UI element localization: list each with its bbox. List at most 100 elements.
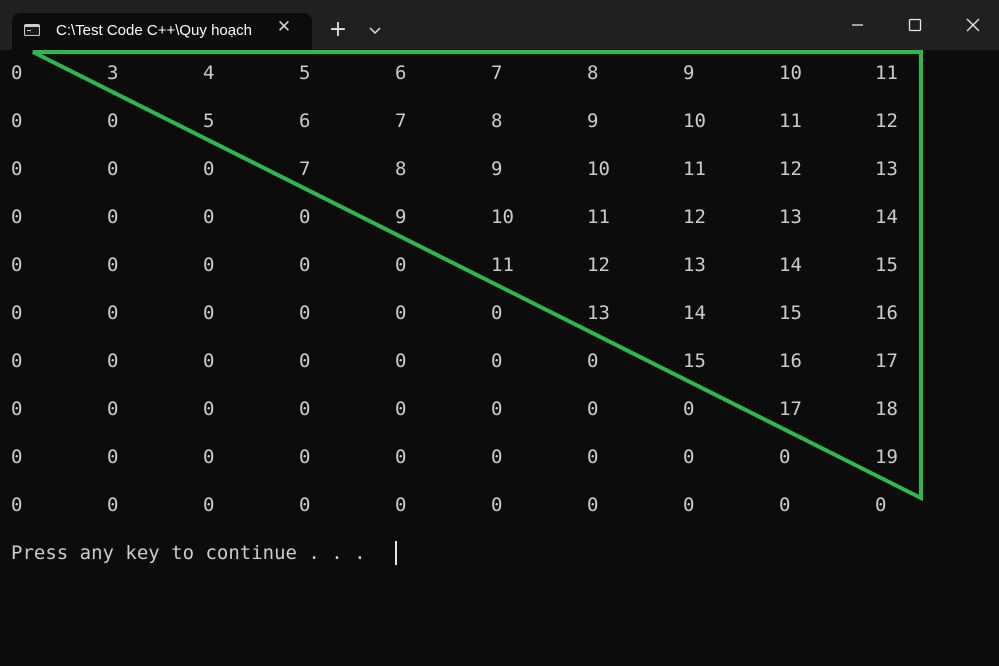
matrix-cell: 0 (395, 398, 407, 420)
matrix-cell: 18 (875, 398, 898, 420)
matrix-cell: 0 (107, 398, 119, 420)
matrix-cell: 0 (299, 302, 311, 324)
matrix-cell: 0 (203, 254, 215, 276)
matrix-cell: 0 (107, 350, 119, 372)
matrix-cell: 6 (395, 62, 407, 84)
matrix-cell: 9 (683, 62, 695, 84)
terminal-icon (24, 24, 40, 36)
maximize-button[interactable] (900, 12, 930, 38)
matrix-cell: 0 (491, 302, 503, 324)
matrix-cell: 12 (683, 206, 706, 228)
matrix-cell: 8 (587, 62, 599, 84)
matrix-cell: 5 (203, 110, 215, 132)
matrix-row: 0 0 0 7 8 9 10 11 12 13 (0, 157, 999, 181)
matrix-cell: 0 (107, 302, 119, 324)
matrix-cell: 0 (203, 350, 215, 372)
matrix-cell: 10 (683, 110, 706, 132)
matrix-cell: 0 (107, 110, 119, 132)
matrix-cell: 10 (587, 158, 610, 180)
matrix-cell: 0 (11, 62, 23, 84)
matrix-cell: 0 (11, 398, 23, 420)
matrix-cell: 17 (875, 350, 898, 372)
close-window-button[interactable] (958, 12, 988, 38)
tab-close-button[interactable]: ✕ (276, 18, 292, 36)
matrix-cell: 0 (107, 206, 119, 228)
matrix-cell: 16 (779, 350, 802, 372)
matrix-cell: 0 (395, 350, 407, 372)
matrix-cell: 0 (299, 446, 311, 468)
chevron-down-icon (369, 27, 381, 35)
matrix-cell: 14 (683, 302, 706, 324)
matrix-cell: 0 (299, 398, 311, 420)
matrix-cell: 0 (11, 350, 23, 372)
matrix-cell: 0 (11, 206, 23, 228)
matrix-cell: 10 (491, 206, 514, 228)
console-output[interactable]: 0 3 4 5 6 7 8 9 10 11 0 0 5 6 7 8 9 10 11 12 0 0 0 7 8 9 10 11 12 13 0… (0, 50, 999, 666)
matrix-cell: 0 (491, 446, 503, 468)
matrix-cell: 0 (107, 494, 119, 516)
matrix-cell: 0 (107, 254, 119, 276)
matrix-cell: 15 (683, 350, 706, 372)
matrix-cell: 8 (491, 110, 503, 132)
matrix-cell: 0 (203, 494, 215, 516)
matrix-row: 0 0 0 0 0 0 0 0 0 19 (0, 445, 999, 469)
matrix-cell: 0 (491, 494, 503, 516)
matrix-cell: 14 (779, 254, 802, 276)
matrix-cell: 3 (107, 62, 119, 84)
matrix-cell: 0 (299, 350, 311, 372)
matrix-cell: 0 (203, 398, 215, 420)
matrix-cell: 0 (203, 446, 215, 468)
matrix-cell: 19 (875, 446, 898, 468)
matrix-cell: 0 (11, 302, 23, 324)
matrix-cell: 13 (779, 206, 802, 228)
matrix-cell: 0 (683, 494, 695, 516)
title-bar: C:\Test Code C++\Quy hoạch ✕ + (0, 0, 999, 50)
matrix-cell: 0 (395, 494, 407, 516)
minimize-button[interactable] (842, 12, 872, 38)
matrix-cell: 0 (299, 254, 311, 276)
matrix-cell: 11 (875, 62, 898, 84)
new-tab-button[interactable]: + (327, 18, 349, 42)
matrix-row: 0 0 0 0 0 0 0 0 0 0 (0, 493, 999, 517)
matrix-cell: 15 (779, 302, 802, 324)
matrix-cell: 13 (683, 254, 706, 276)
plus-icon: + (328, 17, 348, 42)
matrix-cell: 9 (587, 110, 599, 132)
matrix-row: 0 0 0 0 0 11 12 13 14 15 (0, 253, 999, 277)
matrix-cell: 7 (491, 62, 503, 84)
matrix-cell: 0 (11, 494, 23, 516)
minimize-icon (852, 24, 863, 26)
matrix-row: 0 0 0 0 0 0 13 14 15 16 (0, 301, 999, 325)
matrix-cell: 12 (779, 158, 802, 180)
matrix-cell: 0 (11, 110, 23, 132)
matrix-cell: 13 (875, 158, 898, 180)
matrix-cell: 11 (683, 158, 706, 180)
matrix-cell: 0 (683, 398, 695, 420)
text-cursor (395, 541, 397, 565)
matrix-cell: 0 (779, 446, 791, 468)
matrix-cell: 0 (107, 158, 119, 180)
matrix-cell: 15 (875, 254, 898, 276)
maximize-icon (908, 18, 922, 32)
matrix-cell: 0 (299, 494, 311, 516)
matrix-cell: 0 (587, 494, 599, 516)
matrix-cell: 4 (203, 62, 215, 84)
matrix-cell: 0 (491, 398, 503, 420)
matrix-cell: 0 (683, 446, 695, 468)
matrix-cell: 7 (299, 158, 311, 180)
tab-dropdown-button[interactable] (366, 22, 384, 40)
matrix-cell: 14 (875, 206, 898, 228)
matrix-cell: 9 (395, 206, 407, 228)
tab-active[interactable]: C:\Test Code C++\Quy hoạch ✕ (12, 13, 312, 50)
matrix-cell: 0 (779, 494, 791, 516)
close-icon (966, 18, 980, 32)
matrix-cell: 0 (203, 158, 215, 180)
tab-title: C:\Test Code C++\Quy hoạch (56, 22, 252, 39)
matrix-cell: 8 (395, 158, 407, 180)
terminal-window: C:\Test Code C++\Quy hoạch ✕ + 0 3 4 5 6… (0, 0, 999, 666)
matrix-cell: 0 (11, 446, 23, 468)
matrix-cell: 5 (299, 62, 311, 84)
continue-prompt: Press any key to continue . . . (11, 542, 366, 564)
matrix-row: 0 0 0 0 0 0 0 0 17 18 (0, 397, 999, 421)
matrix-row: 0 0 0 0 0 0 0 15 16 17 (0, 349, 999, 373)
